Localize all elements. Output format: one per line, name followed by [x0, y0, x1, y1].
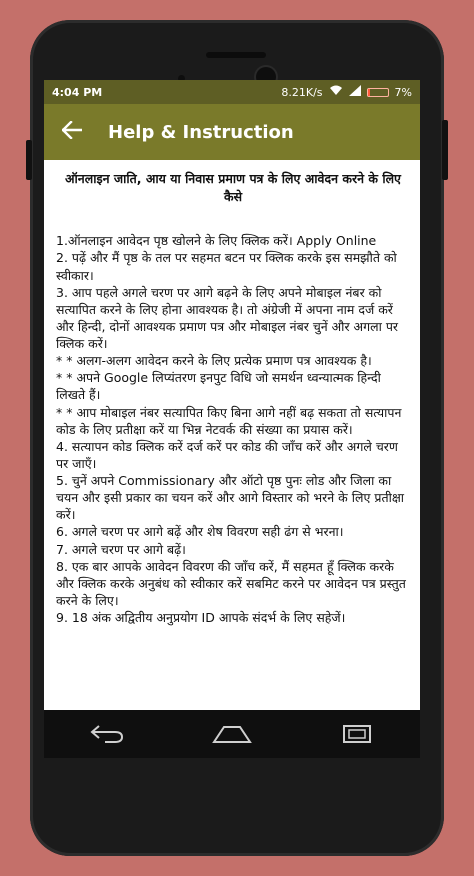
app-bar: Help & Instruction [44, 104, 420, 160]
instruction-step: * * अपने Google लिप्यंतरण इनपुट विधि जो … [56, 370, 381, 403]
nav-recents-icon[interactable] [337, 722, 377, 746]
status-bar: 4:04 PM 8.21K/s 7% [44, 80, 420, 104]
page-title: Help & Instruction [108, 121, 294, 143]
instruction-content: ऑनलाइन जाति, आय या निवास प्रमाण पत्र के … [44, 160, 420, 626]
instruction-step: * * अलग-अलग आवेदन करने के लिए प्रत्येक प… [56, 353, 372, 369]
battery-percent: 7% [394, 85, 412, 99]
instruction-heading: ऑनलाइन जाति, आय या निवास प्रमाण पत्र के … [65, 171, 401, 205]
nav-back-icon[interactable] [87, 722, 127, 746]
navigation-bar [44, 710, 420, 758]
battery-icon [366, 87, 389, 97]
signal-icon [348, 85, 361, 99]
wifi-icon [329, 85, 343, 99]
status-time: 4:04 PM [52, 85, 103, 99]
instruction-step: 4. सत्यापन कोड क्लिक करें दर्ज करें पर क… [56, 438, 398, 471]
network-speed: 8.21K/s [281, 85, 323, 99]
nav-home-icon[interactable] [212, 722, 252, 746]
instruction-step: 7. अगले चरण पर आगे बढ़ें। [56, 541, 186, 557]
earpiece-speaker [206, 52, 266, 58]
instruction-step: 5. चुनें अपने Commissionary और ऑटो पृष्ठ… [56, 473, 405, 523]
instruction-step: 2. पढ़ें और मैं पृष्ठ के तल पर सहमत बटन … [56, 250, 397, 283]
instruction-step: 6. अगले चरण पर आगे बढ़ें और शेष विवरण सह… [56, 524, 344, 540]
instruction-step: 1.ऑनलाइन आवेदन पृष्ठ खोलने के लिए क्लिक … [56, 233, 377, 249]
instruction-step: 9. 18 अंक अद्वितीय अनुप्रयोग ID आपके संद… [56, 610, 346, 625]
power-button [442, 120, 448, 180]
instruction-step: * * आप मोबाइल नंबर सत्यापित किए बिना आगे… [56, 404, 402, 437]
screen: 4:04 PM 8.21K/s 7% Help & Instruction ऑन… [44, 80, 420, 710]
status-icons: 8.21K/s 7% [281, 85, 412, 99]
instruction-step: 3. आप पहले अगले चरण पर आगे बढ़ने के लिए … [56, 284, 399, 351]
arrow-left-icon[interactable] [61, 119, 83, 144]
instruction-step: 8. एक बार आपके आवेदन विवरण की जाँच करें,… [56, 558, 406, 608]
volume-button [26, 140, 32, 180]
